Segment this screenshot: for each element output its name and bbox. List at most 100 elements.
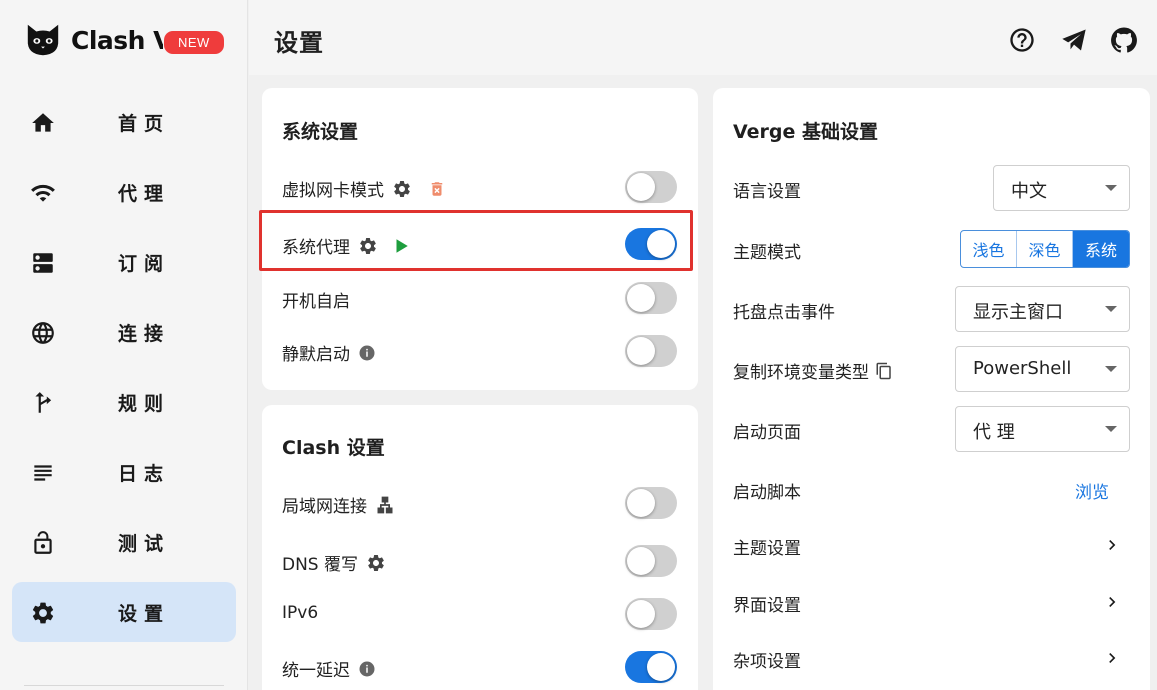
unified-delay-toggle[interactable]: [625, 651, 677, 683]
theme-dark-button[interactable]: 深色: [1017, 231, 1073, 267]
start-page-select[interactable]: 代 理: [955, 406, 1130, 452]
tun-mode-row: 虚拟网卡模式: [262, 167, 698, 207]
caret-down-icon: [1105, 426, 1117, 432]
new-badge: NEW: [164, 31, 224, 54]
tray-click-row: 托盘点击事件 显示主窗口: [713, 286, 1150, 332]
tray-click-select[interactable]: 显示主窗口: [955, 286, 1130, 332]
dns-icon: [33, 253, 53, 273]
row-label: 托盘点击事件: [733, 303, 835, 323]
sidebar-item-proxy[interactable]: 代理: [12, 162, 236, 222]
sidebar-divider: [24, 685, 224, 686]
delete-icon[interactable]: [428, 179, 446, 199]
copy-env-select[interactable]: PowerShell: [955, 346, 1130, 392]
copy-icon[interactable]: [875, 362, 893, 380]
github-icon[interactable]: [1110, 26, 1138, 54]
row-label: 启动页面: [733, 423, 801, 443]
row-label: 统一延迟: [282, 661, 350, 681]
caret-down-icon: [1105, 366, 1117, 372]
gear-icon[interactable]: [366, 553, 386, 573]
telegram-icon[interactable]: [1060, 26, 1088, 54]
caret-down-icon: [1105, 185, 1117, 191]
page-title: 设置: [274, 29, 324, 57]
sidebar-item-logs[interactable]: 日志: [12, 442, 236, 502]
sidebar-item-label: 设置: [118, 602, 171, 625]
card-title: 系统设置: [282, 121, 359, 143]
app-name: Clash Verge: [71, 25, 163, 55]
tun-mode-toggle[interactable]: [625, 171, 677, 203]
unified-delay-row: 统一延迟: [262, 647, 698, 687]
dns-override-row: DNS 覆写: [262, 541, 698, 581]
fork-arrow-icon: [35, 392, 52, 413]
highlight-box: [259, 210, 693, 271]
sidebar-item-label: 订阅: [118, 252, 171, 275]
sidebar-item-settings[interactable]: 设置: [12, 582, 236, 642]
wifi-icon: [31, 184, 55, 202]
row-label: DNS 覆写: [282, 555, 359, 575]
help-circle-icon[interactable]: [1008, 26, 1036, 54]
theme-system-button[interactable]: 系统: [1073, 231, 1129, 267]
start-script-row: 启动脚本 浏览: [713, 469, 1150, 509]
info-icon[interactable]: [358, 344, 376, 362]
page-header: 设置: [249, 0, 1157, 75]
layout-settings-row[interactable]: 界面设置: [713, 582, 1150, 622]
chevron-right-icon[interactable]: [1102, 592, 1122, 612]
card-title: Verge 基础设置: [733, 121, 879, 143]
language-select[interactable]: 中文: [993, 165, 1130, 211]
browse-link[interactable]: 浏览: [1075, 478, 1109, 503]
chevron-right-icon[interactable]: [1102, 535, 1122, 555]
lan-row: 局域网连接: [262, 483, 698, 523]
lock-open-icon: [34, 531, 52, 554]
ipv6-row: IPv6: [262, 594, 698, 634]
lan-toggle[interactable]: [625, 487, 677, 519]
sidebar-item-label: 日志: [118, 462, 171, 485]
row-label: IPv6: [282, 603, 319, 623]
row-label: 静默启动: [282, 345, 350, 365]
clash-settings-card: Clash 设置 局域网连接 DNS 覆写 IPv6 统一延迟: [262, 405, 698, 690]
sidebar: Clash Verge NEW 首页 代理 订阅 连接 规则 日志: [0, 0, 248, 690]
language-globe-icon: [32, 322, 54, 344]
lan-network-icon: [375, 495, 395, 515]
row-label: 开机自启: [282, 292, 350, 312]
row-label: 启动脚本: [733, 483, 801, 503]
dns-override-toggle[interactable]: [625, 545, 677, 577]
sidebar-item-label: 首页: [118, 112, 171, 135]
sidebar-item-connections[interactable]: 连接: [12, 302, 236, 362]
sidebar-item-home[interactable]: 首页: [12, 92, 236, 152]
cat-logo-icon: [27, 24, 59, 56]
home-icon: [32, 113, 54, 132]
start-page-row: 启动页面 代 理: [713, 406, 1150, 452]
language-row: 语言设置 中文: [713, 165, 1150, 211]
sidebar-item-label: 代理: [118, 182, 171, 205]
gear-icon[interactable]: [392, 179, 412, 199]
sidebar-item-label: 规则: [118, 392, 171, 415]
ipv6-toggle[interactable]: [625, 598, 677, 630]
theme-light-button[interactable]: 浅色: [961, 231, 1017, 267]
row-label: 复制环境变量类型: [733, 363, 869, 383]
theme-mode-row: 主题模式 浅色 深色 系统: [713, 230, 1150, 268]
auto-launch-toggle[interactable]: [625, 282, 677, 314]
verge-settings-card: Verge 基础设置 语言设置 中文 主题模式 浅色 深色 系统 托盘点击事件 …: [713, 88, 1150, 690]
silent-start-toggle[interactable]: [625, 335, 677, 367]
row-label: 主题模式: [733, 243, 801, 263]
sidebar-nav: 首页 代理 订阅 连接 规则 日志 测试 设置: [12, 92, 236, 652]
sidebar-item-subscription[interactable]: 订阅: [12, 232, 236, 292]
row-label: 主题设置: [733, 539, 801, 559]
row-label: 杂项设置: [733, 652, 801, 672]
copy-env-row: 复制环境变量类型 PowerShell: [713, 346, 1150, 392]
row-label: 语言设置: [733, 182, 801, 202]
misc-settings-row[interactable]: 杂项设置: [713, 638, 1150, 678]
sidebar-item-label: 连接: [118, 322, 171, 345]
row-label: 界面设置: [733, 596, 801, 616]
row-label: 局域网连接: [282, 497, 367, 517]
chevron-right-icon[interactable]: [1102, 648, 1122, 668]
info-icon[interactable]: [358, 660, 376, 678]
gear-icon: [32, 602, 54, 624]
silent-start-row: 静默启动: [262, 331, 698, 371]
sidebar-item-rules[interactable]: 规则: [12, 372, 236, 432]
caret-down-icon: [1105, 306, 1117, 312]
sidebar-item-test[interactable]: 测试: [12, 512, 236, 572]
theme-settings-row[interactable]: 主题设置: [713, 525, 1150, 565]
sidebar-item-label: 测试: [118, 532, 171, 555]
card-title: Clash 设置: [282, 437, 385, 459]
row-label: 虚拟网卡模式: [282, 181, 384, 201]
